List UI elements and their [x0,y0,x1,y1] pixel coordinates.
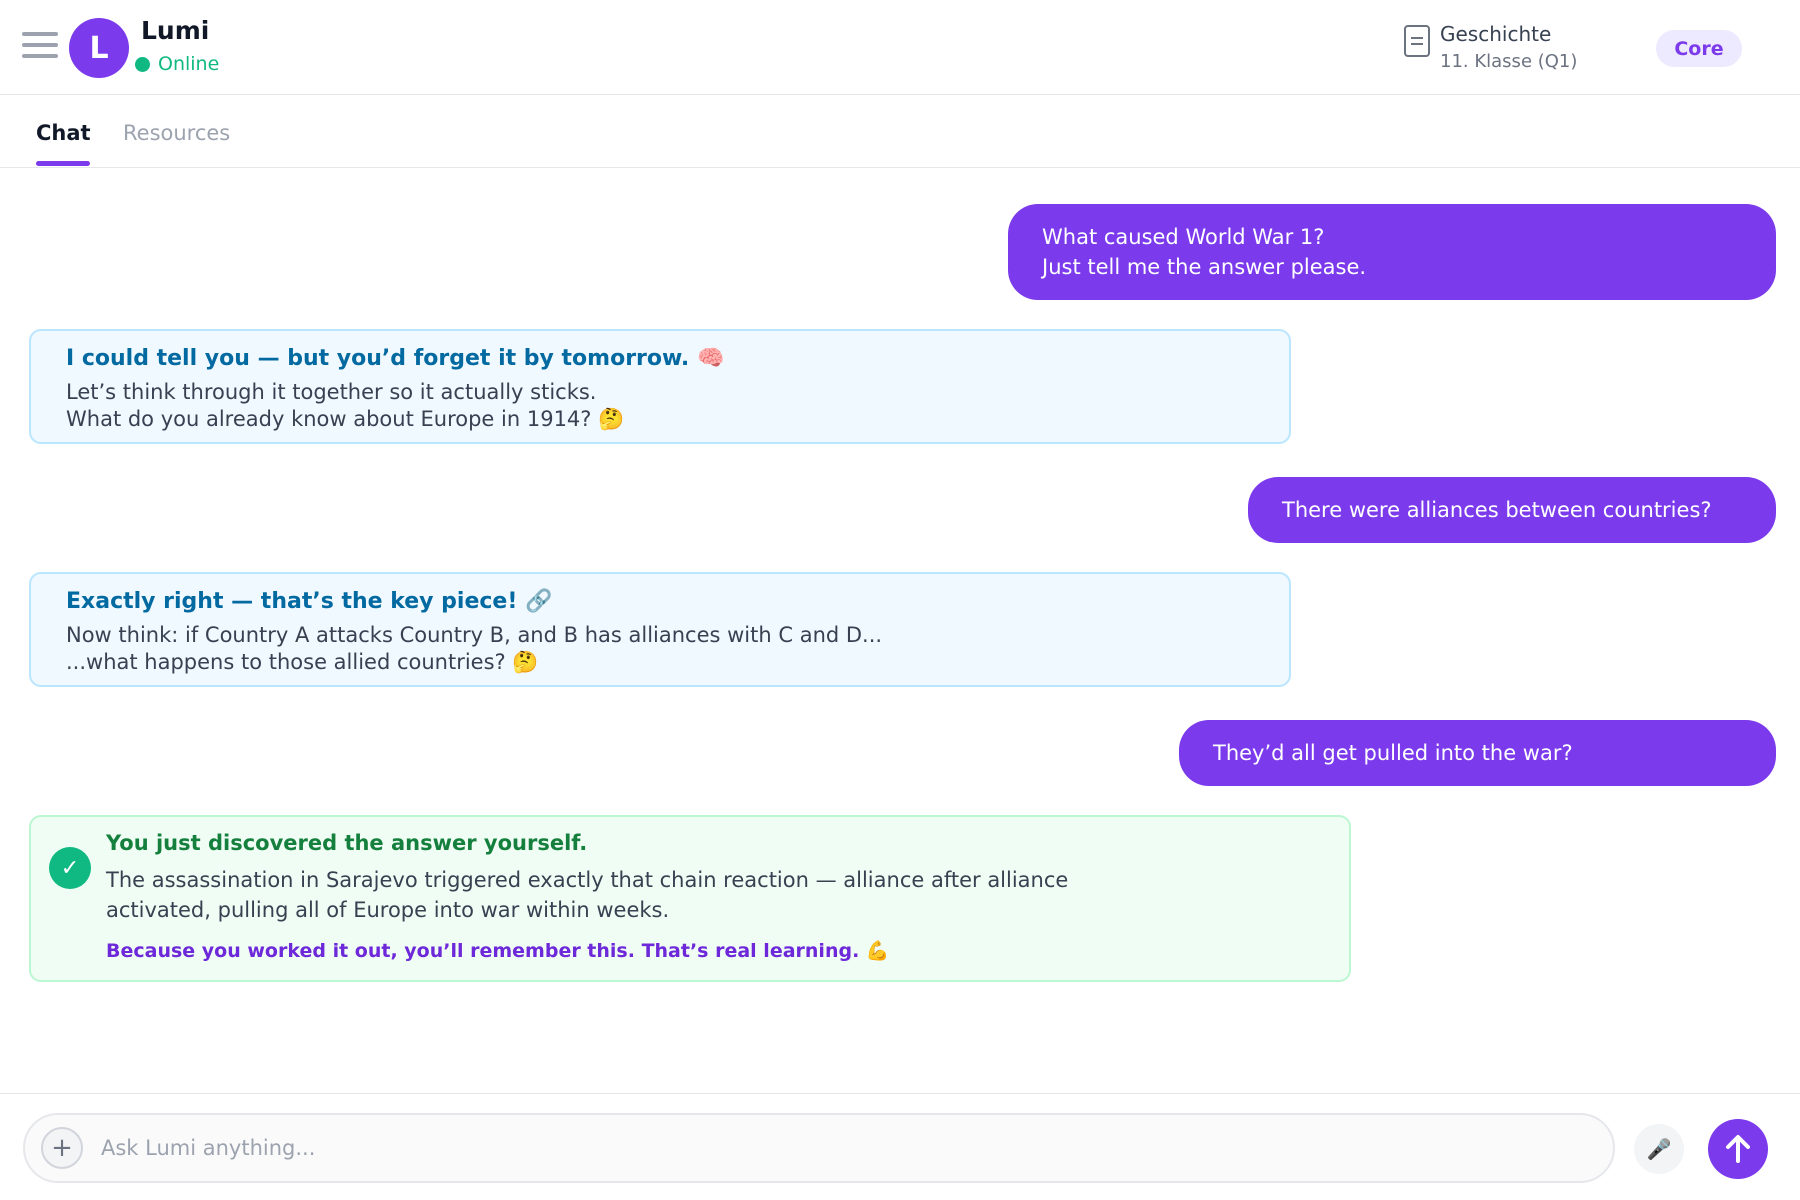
checkmark-icon: ✓ [49,847,91,889]
message-line: Let’s think through it together so it ac… [66,380,597,404]
avatar: L [69,18,129,78]
tab-bar: Chat Resources [0,95,1800,168]
online-dot-icon [135,56,150,72]
plan-badge[interactable]: Core [1656,30,1742,67]
active-tab-indicator [36,161,90,166]
tab-chat[interactable]: Chat [36,121,91,145]
bot-message-title: Exactly right — that’s the key piece! 🔗 [66,589,553,614]
message-line: What caused World War 1? [1042,225,1325,249]
message-line: Now think: if Country A attacks Country … [66,623,883,647]
message-line: ...what happens to those allied countrie… [66,650,539,674]
success-message: ✓ You just discovered the answer yoursel… [29,815,1351,982]
message-input-container: + [23,1113,1615,1183]
bot-message-title: I could tell you — but you’d forget it b… [66,346,725,371]
status-text: Online [158,53,220,75]
arrow-up-icon [1726,1135,1750,1163]
grade-level: 11. Klasse (Q1) [1440,51,1578,72]
bot-message: Exactly right — that’s the key piece! 🔗 … [29,572,1291,687]
bot-message: I could tell you — but you’d forget it b… [29,329,1291,444]
top-bar: L Lumi Online Geschichte 11. Klasse (Q1)… [0,0,1800,95]
user-message: They’d all get pulled into the war? [1179,720,1776,786]
add-attachment-button[interactable]: + [41,1127,83,1169]
user-message: There were alliances between countries? [1248,477,1776,543]
message-input[interactable] [101,1128,1581,1168]
tab-resources[interactable]: Resources [123,121,230,145]
status-indicator: Online [135,53,219,75]
success-title: You just discovered the answer yourself. [106,831,588,855]
success-footer: Because you worked it out, you’ll rememb… [106,940,890,962]
hamburger-menu-icon[interactable] [22,32,58,62]
subject-name: Geschichte [1440,22,1552,46]
bot-name: Lumi [141,16,210,45]
document-icon [1404,25,1430,57]
send-button[interactable] [1708,1119,1768,1179]
message-line: There were alliances between countries? [1282,498,1712,522]
user-message: What caused World War 1? Just tell me th… [1008,204,1776,300]
message-line: Just tell me the answer please. [1042,255,1367,279]
composer-bar: + 🎤 [0,1093,1800,1200]
message-line: What do you already know about Europe in… [66,407,625,431]
success-body: The assassination in Sarajevo triggered … [106,868,1069,922]
message-line: They’d all get pulled into the war? [1213,741,1573,765]
microphone-button[interactable]: 🎤 [1634,1124,1684,1174]
